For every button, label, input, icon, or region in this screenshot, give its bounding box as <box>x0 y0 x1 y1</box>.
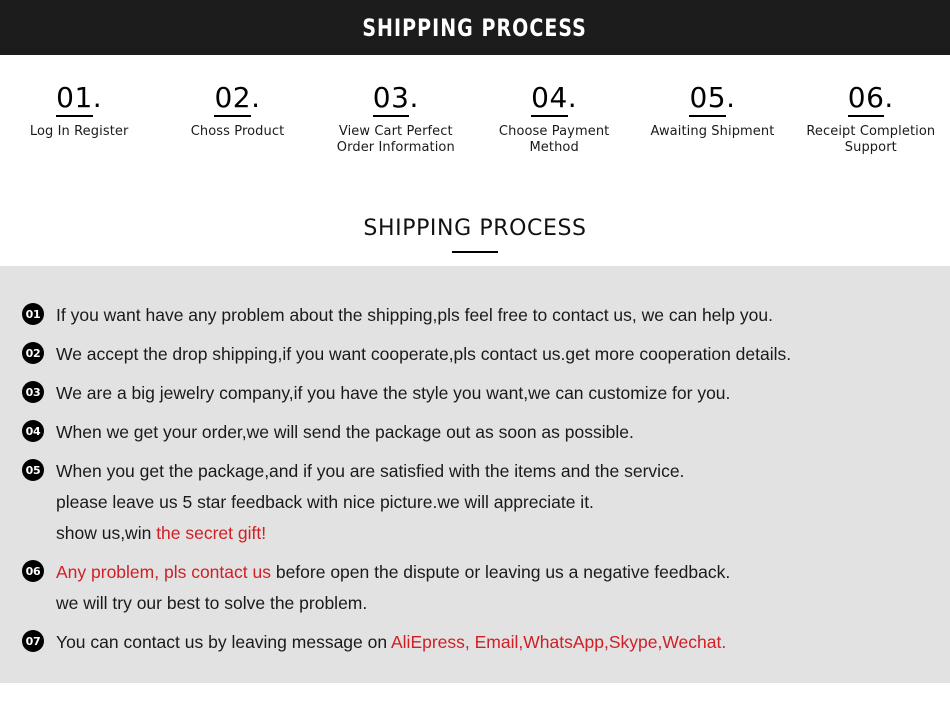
body-text: When you get the package,and if you are … <box>56 461 685 481</box>
step-number-digits: 04 <box>531 81 568 118</box>
step-number: 04. <box>531 81 578 118</box>
highlight-text: the secret gift! <box>156 523 267 543</box>
body-text: we will try our best to solve the proble… <box>56 593 368 613</box>
body-text: You can contact us by leaving message on <box>56 632 391 652</box>
step-01: 01. Log In Register <box>0 81 158 140</box>
list-item-line: show us,win the secret gift! <box>56 518 938 549</box>
step-label: Choss Product <box>190 124 285 140</box>
list-item-badge: 04 <box>22 420 44 442</box>
list-item-badge: 03 <box>22 381 44 403</box>
list-item-line: When you get the package,and if you are … <box>56 456 938 487</box>
step-number: 06. <box>847 81 894 118</box>
list-item-line: You can contact us by leaving message on… <box>56 627 938 658</box>
step-number-digits: 05 <box>689 81 727 118</box>
list-item-badge: 02 <box>22 342 44 364</box>
policy-panel: 01 If you want have any problem about the… <box>0 266 950 683</box>
list-item-text: You can contact us by leaving message on… <box>44 627 938 658</box>
list-item: 05 When you get the package,and if you ar… <box>22 456 938 549</box>
shipping-process-infographic: SHIPPING PROCESS 01. Log In Register 02. Ch… <box>0 0 950 704</box>
header-banner: SHIPPING PROCESS <box>0 0 950 55</box>
list-item-line: If you want have any problem about the s… <box>56 300 938 331</box>
list-item-badge: 05 <box>22 459 44 481</box>
step-label: View Cart Perfect Order Information <box>336 124 455 155</box>
list-item-line: we will try our best to solve the proble… <box>56 588 938 619</box>
list-item: 06 Any problem, pls contact us before ope… <box>22 557 938 619</box>
list-item-line: please leave us 5 star feedback with nic… <box>56 487 938 518</box>
list-item-line: Any problem, pls contact us before open … <box>56 557 938 588</box>
list-item-line: We accept the drop shipping,if you want … <box>56 339 938 370</box>
section-subtitle-group: SHIPPING PROCESS <box>0 216 950 253</box>
step-number: 01. <box>56 81 103 118</box>
step-number-dot: . <box>884 81 894 114</box>
list-item-badge: 01 <box>22 303 44 325</box>
step-03: 03. View Cart Perfect Order Information <box>317 81 475 155</box>
step-label: Awaiting Shipment <box>650 124 775 140</box>
step-number-digits: 01 <box>56 81 93 118</box>
step-05: 05. Awaiting Shipment <box>633 81 791 140</box>
list-item: 04 When we get your order,we will send th… <box>22 417 938 448</box>
steps-row: 01. Log In Register 02. Choss Product 03. Vie… <box>0 81 950 155</box>
list-item-text: When we get your order,we will send the … <box>44 417 938 448</box>
list-item-badge: 06 <box>22 560 44 582</box>
step-number: 02. <box>214 81 261 118</box>
step-number: 05. <box>689 81 736 118</box>
list-item-text: Any problem, pls contact us before open … <box>44 557 938 619</box>
body-text: We are a big jewelry company,if you have… <box>56 383 731 403</box>
step-label: Receipt Completion Support <box>806 124 936 155</box>
list-item-text: If you want have any problem about the s… <box>44 300 938 331</box>
body-text: please leave us 5 star feedback with nic… <box>56 492 594 512</box>
banner-title: SHIPPING PROCESS <box>362 13 588 42</box>
body-text: If you want have any problem about the s… <box>56 305 773 325</box>
body-text: We accept the drop shipping,if you want … <box>56 344 792 364</box>
policy-list: 01 If you want have any problem about the… <box>22 300 938 666</box>
step-number-dot: . <box>567 81 578 114</box>
step-label: Choose Payment Method <box>498 124 610 155</box>
step-04: 04. Choose Payment Method <box>475 81 633 155</box>
subtitle-divider <box>452 251 498 253</box>
step-label: Log In Register <box>29 124 129 140</box>
highlight-text: Any problem, pls contact us <box>56 562 271 582</box>
body-text: before open the dispute or leaving us a … <box>270 562 731 582</box>
body-text: show us,win <box>56 523 157 543</box>
step-number-dot: . <box>726 81 736 114</box>
list-item: 03 We are a big jewelry company,if you ha… <box>22 378 938 409</box>
step-number-digits: 06 <box>847 81 885 118</box>
step-02: 02. Choss Product <box>158 81 316 140</box>
step-number: 03. <box>372 81 419 118</box>
list-item-text: We are a big jewelry company,if you have… <box>44 378 938 409</box>
list-item-line: When we get your order,we will send the … <box>56 417 938 448</box>
list-item: 07 You can contact us by leaving message … <box>22 627 938 658</box>
body-text: When we get your order,we will send the … <box>56 422 634 442</box>
list-item-text: When you get the package,and if you are … <box>44 456 938 549</box>
list-item-line: We are a big jewelry company,if you have… <box>56 378 938 409</box>
list-item: 02 We accept the drop shipping,if you wan… <box>22 339 938 370</box>
step-number-dot: . <box>409 81 419 114</box>
list-item-text: We accept the drop shipping,if you want … <box>44 339 938 370</box>
step-number-digits: 02 <box>214 81 252 118</box>
list-item: 01 If you want have any problem about the… <box>22 300 938 331</box>
highlight-text: AliEpress, Email,WhatsApp,Skype,Wechat. <box>391 632 727 652</box>
step-number-dot: . <box>92 81 103 114</box>
step-number-dot: . <box>251 81 261 114</box>
step-number-digits: 03 <box>372 81 410 118</box>
list-item-badge: 07 <box>22 630 44 652</box>
step-06: 06. Receipt Completion Support <box>792 81 950 155</box>
section-subtitle: SHIPPING PROCESS <box>363 216 587 241</box>
